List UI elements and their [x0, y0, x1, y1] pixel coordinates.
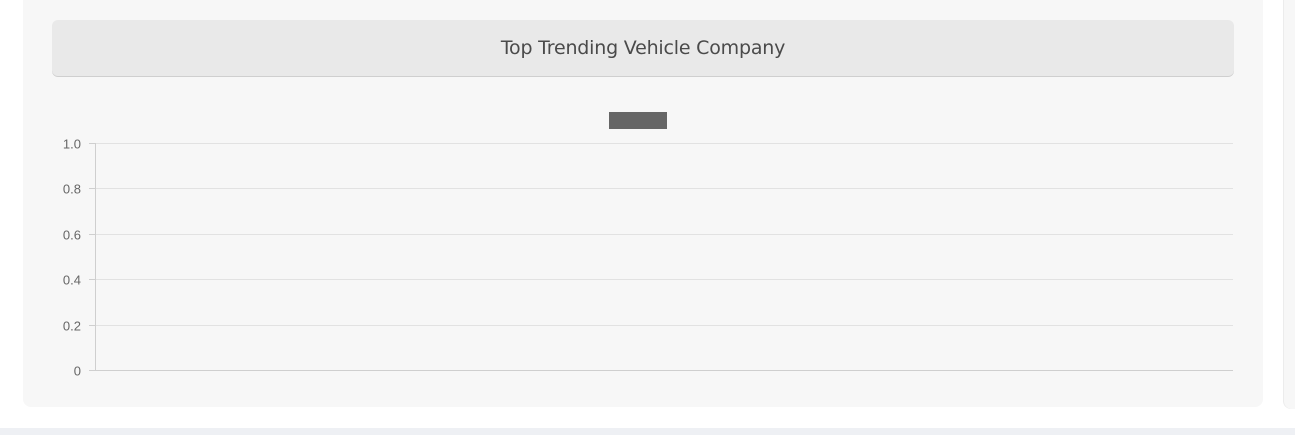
y-tick-label: 0.8: [63, 182, 81, 197]
adjacent-card-edge: [1284, 0, 1295, 409]
bar-chart: 0 0.2 0.4 0.6 0.8 1.0: [63, 112, 1233, 379]
y-tick-label: 0.2: [63, 319, 81, 334]
chart-legend[interactable]: [609, 112, 667, 129]
dashboard-page: Top Trending Vehicle Company 0 0.2 0.4 0.6 0…: [0, 0, 1295, 435]
y-axis-ticks: 0 0.2 0.4 0.6 0.8 1.0: [63, 137, 95, 379]
top-trending-vehicle-card: Top Trending Vehicle Company 0 0.2 0.4 0.6 0…: [23, 0, 1263, 407]
page-bottom-band: [0, 428, 1295, 435]
chart-axes: [95, 143, 1233, 371]
legend-swatch[interactable]: [609, 112, 667, 129]
chart-grid: [95, 143, 1233, 371]
y-tick-label: 1.0: [63, 137, 81, 152]
y-tick-label: 0.4: [63, 273, 81, 288]
y-tick-label: 0: [74, 364, 81, 379]
y-tick-label: 0.6: [63, 228, 81, 243]
